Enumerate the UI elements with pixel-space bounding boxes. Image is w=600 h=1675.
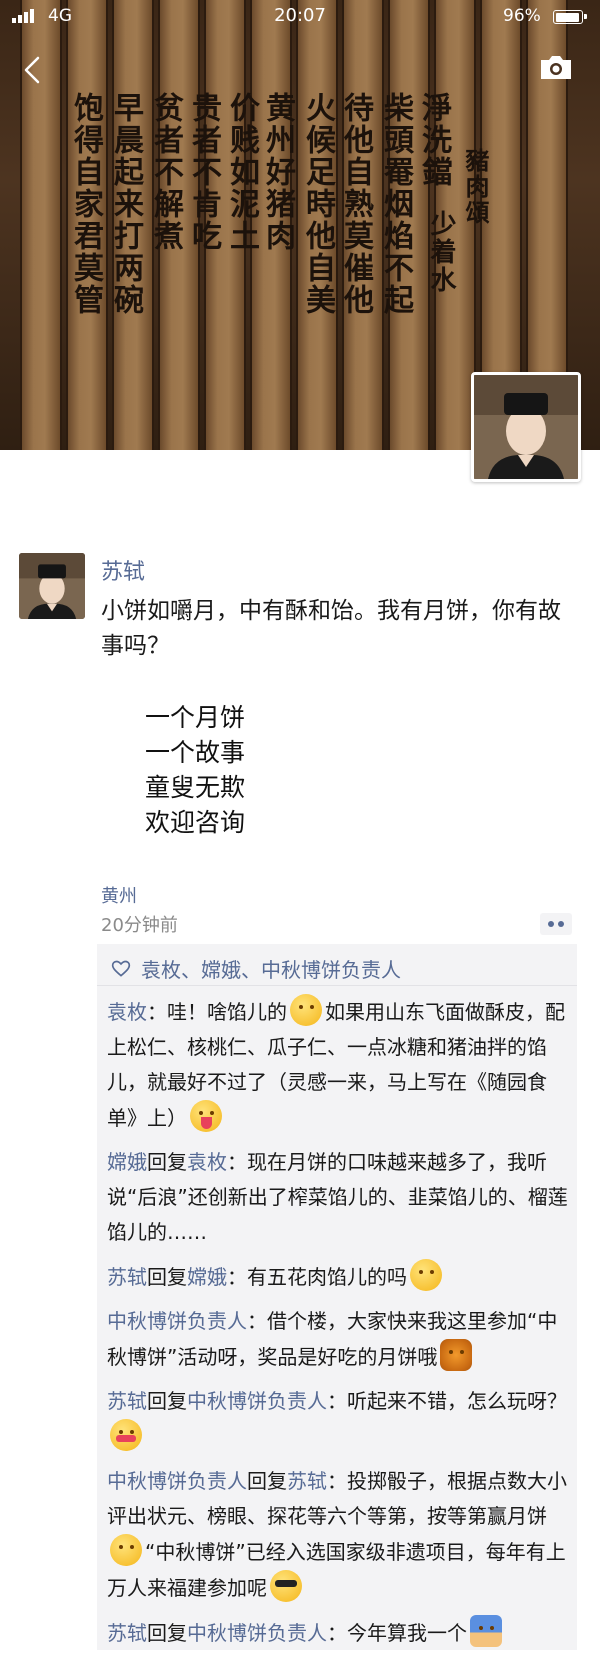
comment-author[interactable]: 苏轼 xyxy=(107,1621,147,1645)
heart-outline-icon xyxy=(111,960,131,977)
poem-column: 饱得自家君莫管 xyxy=(68,92,103,316)
poem-column: 价贱如泥土 xyxy=(224,92,259,252)
avatar-portrait xyxy=(474,375,578,479)
poem-column: 淨洗鐺 xyxy=(416,92,451,188)
poem-line: 欢迎咨询 xyxy=(145,808,246,837)
profile-avatar[interactable] xyxy=(471,372,581,482)
comment-item[interactable]: 苏轼回复中秋博饼负责人：听起来不错，怎么玩呀？ xyxy=(107,1384,573,1455)
poem-title: 豬肉頌 xyxy=(461,148,490,226)
comment-item[interactable]: 中秋博饼负责人回复苏轼：投掷骰子，根据点数大小评出状元、榜眼、探花等六个等第，按… xyxy=(107,1464,573,1606)
poem-column: 待他自熟莫催他 xyxy=(338,92,373,316)
reply-label: 回复 xyxy=(147,1621,187,1645)
reply-label: 回复 xyxy=(147,1265,187,1289)
comment-text: ：听起来不错，怎么玩呀？ xyxy=(327,1389,567,1413)
author-name[interactable]: 苏轼 xyxy=(101,554,145,586)
reply-target[interactable]: 嫦娥 xyxy=(187,1265,227,1289)
reply-target[interactable]: 袁枚 xyxy=(187,1150,227,1174)
reply-label: 回复 xyxy=(147,1389,187,1413)
reply-label: 回复 xyxy=(247,1469,287,1493)
poem-column: 柴頭罨烟焰不起 xyxy=(378,92,413,316)
comment-text: ：今年算我一个 xyxy=(327,1621,467,1645)
poem-line: 一个月饼 xyxy=(145,703,246,732)
location-link[interactable]: 黄州 xyxy=(101,882,137,908)
comment-author[interactable]: 中秋博饼负责人 xyxy=(107,1309,247,1333)
avatar-portrait xyxy=(19,553,85,619)
comment-item[interactable]: 袁枚：哇！啥馅儿的 如果用山东飞面做酥皮，配上松仁、核桃仁、瓜子仁、一点冰糖和猪油… xyxy=(107,994,573,1136)
camera-icon xyxy=(541,56,571,79)
comment-item[interactable]: 中秋博饼负责人：借个楼，大家快来我这里参加“中秋博饼”活动呀，奖品是好吃的月饼哦 xyxy=(107,1304,573,1375)
mooncake-emoji-icon xyxy=(440,1339,473,1371)
reply-target[interactable]: 苏轼 xyxy=(287,1469,327,1493)
comment-author[interactable]: 苏轼 xyxy=(107,1265,147,1289)
poem-column: 贵者不肯吃 xyxy=(186,92,221,252)
comment-author[interactable]: 中秋博饼负责人 xyxy=(107,1469,247,1493)
post-timestamp: 20分钟前 xyxy=(101,915,178,936)
comment-author[interactable]: 苏轼 xyxy=(107,1389,147,1413)
status-bar: 4G 20:07 96% xyxy=(0,0,600,34)
post-poem: 一个月饼 一个故事 童叟无欺 欢迎咨询 xyxy=(145,700,245,840)
poem-author: 少着水 xyxy=(426,210,456,294)
likes-names[interactable]: 袁枚、嫦娥、中秋博饼负责人 xyxy=(141,954,401,983)
post-text: 小饼如嚼月，中有酥和饴。我有月饼，你有故事吗？ xyxy=(101,598,561,659)
reply-label: 回复 xyxy=(147,1150,187,1174)
interaction-panel: 袁枚、嫦娥、中秋博饼负责人 袁枚：哇！啥馅儿的 如果用山东飞面做酥皮，配上松仁、核… xyxy=(97,944,577,1650)
comment-text: ：有五花肉馅儿的吗 xyxy=(227,1265,407,1289)
camera-button[interactable] xyxy=(538,52,574,82)
comment-author[interactable]: 嫦娥 xyxy=(107,1150,147,1174)
likes-row: 袁枚、嫦娥、中秋博饼负责人 xyxy=(97,944,577,986)
smile-emoji-icon xyxy=(290,994,322,1026)
poem-column: 早晨起来打两碗 xyxy=(108,92,143,316)
poem-column: 贫者不解煮 xyxy=(148,92,183,252)
comment-item[interactable]: 苏轼回复中秋博饼负责人：今年算我一个 xyxy=(107,1615,573,1651)
comment-item[interactable]: 苏轼回复嫦娥：有五花肉馅儿的吗 xyxy=(107,1259,573,1295)
poem-line: 一个故事 xyxy=(145,738,246,767)
thinking-emoji-icon xyxy=(110,1534,142,1566)
poem-line: 童叟无欺 xyxy=(145,773,246,802)
reply-target[interactable]: 中秋博饼负责人 xyxy=(187,1621,327,1645)
poem-column: 黄州好猪肉 xyxy=(260,92,295,252)
more-dots-icon xyxy=(548,921,554,927)
cold-emoji-icon xyxy=(110,1419,142,1451)
back-chevron-icon xyxy=(24,56,40,84)
battery-percent: 96% xyxy=(503,6,541,26)
cool-emoji-icon xyxy=(270,1570,302,1602)
comment-text: ：哇！啥馅儿的 xyxy=(147,1000,287,1024)
tongue-emoji-icon xyxy=(190,1100,222,1132)
comment-text: “中秋博饼”已经入选国家级非遗项目，每年有上万人来福建参加呢 xyxy=(107,1540,566,1600)
more-button[interactable] xyxy=(540,913,572,935)
author-avatar[interactable] xyxy=(19,553,85,619)
reply-target[interactable]: 中秋博饼负责人 xyxy=(187,1389,327,1413)
comment-author[interactable]: 袁枚 xyxy=(107,1000,147,1024)
smirk-emoji-icon xyxy=(410,1259,442,1291)
comment-item[interactable]: 嫦娥回复袁枚：现在月饼的口味越来越多了，我听说“后浪”还创新出了榨菜馅儿的、韭菜… xyxy=(107,1145,573,1250)
back-button[interactable] xyxy=(18,50,48,90)
hand-emoji-icon xyxy=(470,1615,502,1647)
comment-list: 袁枚：哇！啥馅儿的 如果用山东飞面做酥皮，配上松仁、核桃仁、瓜子仁、一点冰糖和猪油… xyxy=(107,994,573,1660)
poem-column: 火候足時他自美 xyxy=(300,92,335,316)
battery-icon xyxy=(553,10,587,24)
